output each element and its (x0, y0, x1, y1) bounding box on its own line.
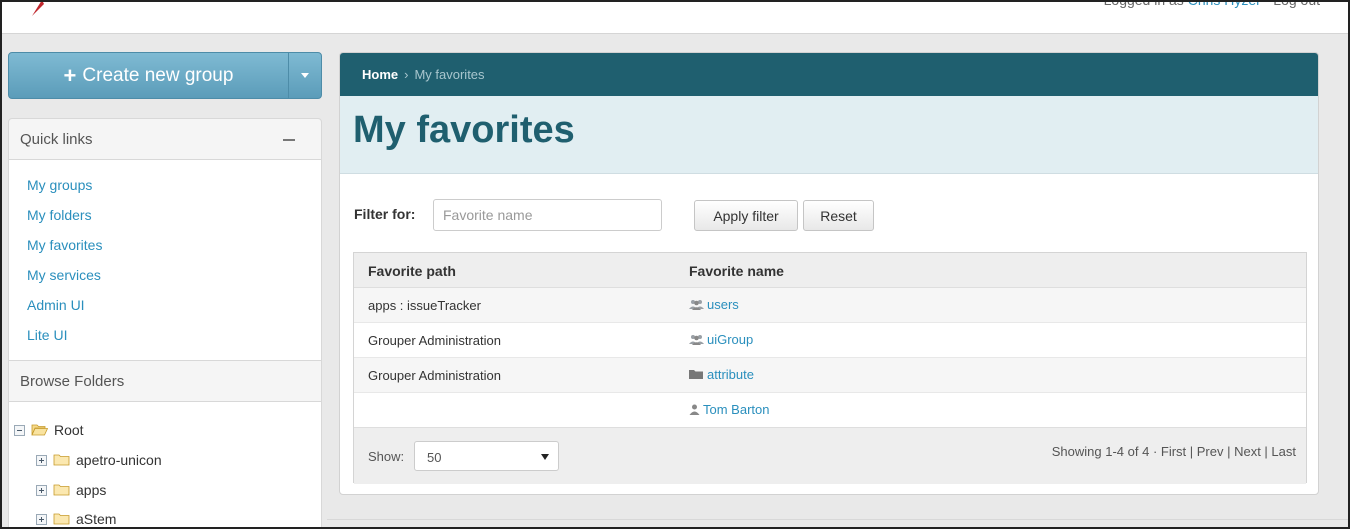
collapse-icon[interactable] (283, 139, 295, 141)
page-header: My favorites (340, 96, 1318, 174)
create-group-dropdown[interactable] (289, 73, 321, 78)
tree-node-root[interactable]: Root (14, 422, 84, 438)
favorite-name-link[interactable]: Tom Barton (689, 402, 769, 417)
create-group-main[interactable]: + Create new group (9, 53, 289, 98)
folder-icon (53, 484, 70, 496)
tree-node-folder[interactable]: aStem (36, 511, 116, 527)
top-bar: Logged in as Chris Hyzer · Log out (0, 0, 1350, 34)
login-status: Logged in as Chris Hyzer · Log out (1104, 0, 1320, 8)
expand-node-icon[interactable] (36, 484, 47, 496)
page-title: My favorites (353, 109, 575, 151)
breadcrumb-current: My favorites (414, 67, 485, 82)
favorite-name-text: attribute (707, 367, 754, 382)
browse-folders-header: Browse Folders (8, 360, 322, 402)
column-header-favorite-path[interactable]: Favorite path (368, 263, 456, 279)
favorite-name-filter-input[interactable] (433, 199, 662, 231)
browse-folders-title: Browse Folders (20, 373, 125, 390)
group-icon (689, 300, 704, 310)
quick-link-my-services[interactable]: My services (27, 267, 101, 283)
show-label: Show: (368, 449, 405, 464)
pagination[interactable]: Showing 1-4 of 4 · First | Prev | Next |… (1052, 444, 1296, 459)
logout-link[interactable]: Log out (1273, 0, 1320, 8)
reset-button[interactable]: Reset (803, 200, 874, 231)
favorite-path-cell: Grouper Administration (368, 368, 501, 383)
table-row: Tom Barton (354, 393, 1306, 428)
create-group-button[interactable]: + Create new group (8, 52, 322, 99)
favorite-path-cell: Grouper Administration (368, 333, 501, 348)
breadcrumb-separator: › (404, 67, 409, 82)
collapse-node-icon[interactable] (14, 424, 25, 436)
favorite-path-cell: apps : issueTracker (368, 298, 481, 313)
quick-link-my-favorites[interactable]: My favorites (27, 237, 102, 253)
create-group-label: Create new group (82, 64, 234, 86)
expand-node-icon[interactable] (36, 454, 47, 466)
expand-node-icon[interactable] (36, 513, 47, 525)
tree-label: apetro-unicon (76, 452, 162, 468)
quick-link-admin-ui[interactable]: Admin UI (27, 297, 85, 313)
column-header-favorite-name[interactable]: Favorite name (689, 263, 784, 279)
caret-down-icon (301, 73, 309, 78)
plus-icon: + (63, 62, 77, 88)
main-panel: Home › My favorites My favorites Filter fo… (339, 52, 1319, 495)
dropdown-arrow-icon (541, 454, 549, 460)
quick-link-lite-ui[interactable]: Lite UI (27, 327, 67, 343)
quick-link-my-folders[interactable]: My folders (27, 207, 92, 223)
quick-links-list: My groups My folders My favorites My ser… (8, 160, 322, 360)
tree-label-root: Root (54, 422, 84, 438)
table-row: apps : issueTracker users (354, 288, 1306, 323)
table-header: Favorite path Favorite name (354, 253, 1306, 288)
table-row: Grouper Administration attribute (354, 358, 1306, 393)
folder-icon (53, 454, 70, 466)
favorite-name-text: users (707, 297, 739, 312)
tree-node-folder[interactable]: apps (36, 482, 106, 498)
group-icon (689, 335, 704, 345)
table-footer: Show: 50 Showing 1-4 of 4 · First | Prev… (354, 427, 1306, 484)
footer-divider (327, 519, 1350, 520)
quick-links-title: Quick links (20, 131, 93, 148)
tree-node-folder[interactable]: apetro-unicon (36, 452, 162, 468)
favorite-name-link[interactable]: attribute (689, 367, 754, 382)
favorite-name-link[interactable]: users (689, 297, 739, 312)
tree-label: apps (76, 482, 107, 498)
open-folder-icon (31, 424, 48, 436)
apply-filter-button[interactable]: Apply filter (694, 200, 798, 231)
page-size-select[interactable]: 50 (414, 441, 559, 471)
breadcrumb-home[interactable]: Home (362, 67, 398, 82)
filter-label: Filter for: (354, 206, 416, 222)
favorite-name-link[interactable]: uiGroup (689, 332, 753, 347)
login-prefix: Logged in as (1103, 0, 1184, 8)
favorite-name-text: uiGroup (707, 332, 754, 347)
page-size-value: 50 (427, 450, 442, 465)
breadcrumb: Home › My favorites (340, 53, 1318, 96)
person-icon (689, 404, 700, 415)
favorite-name-text: Tom Barton (703, 402, 770, 417)
quick-link-my-groups[interactable]: My groups (27, 177, 92, 193)
table-row: Grouper Administration uiGroup (354, 323, 1306, 358)
folder-icon (53, 513, 70, 525)
folder-icon (689, 370, 703, 379)
quick-links-header: Quick links (8, 118, 322, 160)
folder-tree: Root apetro-unicon apps aStem (8, 402, 322, 529)
logo-icon (32, 0, 44, 16)
favorites-table: Favorite path Favorite name apps : issue… (353, 252, 1307, 484)
user-link[interactable]: Chris Hyzer (1188, 0, 1261, 8)
tree-label: aStem (76, 511, 117, 527)
